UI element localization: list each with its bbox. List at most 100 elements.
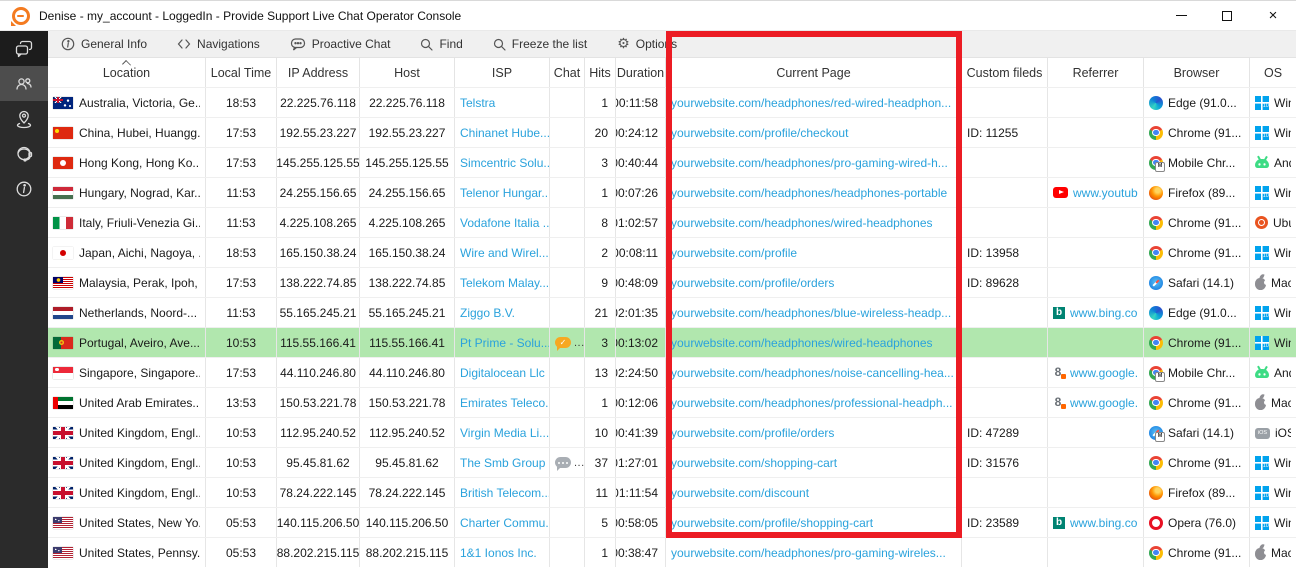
- general-info-button[interactable]: General Info: [61, 37, 147, 51]
- find-button[interactable]: Find: [420, 37, 462, 51]
- close-button[interactable]: ×: [1250, 1, 1296, 30]
- referrer-link[interactable]: www.google...: [1070, 396, 1138, 410]
- browser-text: Firefox (89...: [1168, 486, 1235, 500]
- current-page-link[interactable]: yourwebsite.com/headphones/blue-wireless…: [666, 298, 962, 327]
- os-text: And: [1274, 156, 1291, 170]
- column-header-host[interactable]: Host: [360, 58, 455, 87]
- android-os-icon: [1255, 369, 1269, 378]
- table-row[interactable]: Hong Kong, Hong Ko...17:53145.255.125.55…: [48, 147, 1296, 177]
- isp-link[interactable]: Digitalocean Llc: [455, 358, 550, 387]
- isp-link[interactable]: Charter Commu...: [455, 508, 550, 537]
- table-row[interactable]: United States, Pennsy...05:5388.202.215.…: [48, 537, 1296, 567]
- isp-link[interactable]: Telekom Malay...: [455, 268, 550, 297]
- table-row[interactable]: United States, New Yo...05:53140.115.206…: [48, 507, 1296, 537]
- sidebar-item-operators[interactable]: [0, 136, 48, 171]
- visitors-table: Location Local Time IP Address Host ISP …: [48, 58, 1296, 568]
- minimize-button[interactable]: [1158, 1, 1204, 30]
- sidebar-item-visitors[interactable]: [0, 66, 48, 101]
- column-header-os[interactable]: OS: [1250, 58, 1296, 87]
- options-button[interactable]: ⚙ Options: [617, 37, 677, 51]
- table-row[interactable]: Singapore, Singapore...17:5344.110.246.8…: [48, 357, 1296, 387]
- isp-link[interactable]: Telenor Hungar...: [455, 178, 550, 207]
- isp-link[interactable]: Ziggo B.V.: [455, 298, 550, 327]
- current-page-link[interactable]: yourwebsite.com/profile/orders: [666, 268, 962, 297]
- table-row[interactable]: Netherlands, Noord-...11:5355.165.245.21…: [48, 297, 1296, 327]
- current-page-link[interactable]: yourwebsite.com/shopping-cart: [666, 448, 962, 477]
- current-page-link[interactable]: yourwebsite.com/profile/checkout: [666, 118, 962, 147]
- current-page-link[interactable]: yourwebsite.com/headphones/pro-gaming-wi…: [666, 538, 962, 567]
- bing-icon: [1053, 307, 1065, 319]
- browser-text: Opera (76.0): [1168, 516, 1236, 530]
- table-row[interactable]: Malaysia, Perak, Ipoh, ...17:53138.222.7…: [48, 267, 1296, 297]
- sidebar-item-chats[interactable]: [0, 31, 48, 66]
- bing-icon: [1053, 517, 1065, 529]
- current-page-link[interactable]: yourwebsite.com/profile/orders: [666, 418, 962, 447]
- mchrome-browser-icon: [1149, 156, 1163, 170]
- table-row[interactable]: Japan, Aichi, Nagoya, ...18:53165.150.38…: [48, 237, 1296, 267]
- referrer-cell: [1048, 268, 1144, 297]
- isp-link[interactable]: Simcentric Solu...: [455, 148, 550, 177]
- isp-link[interactable]: 1&1 Ionos Inc.: [455, 538, 550, 567]
- sidebar-item-info[interactable]: [0, 171, 48, 206]
- column-header-referrer[interactable]: Referrer: [1048, 58, 1144, 87]
- column-header-local-time[interactable]: Local Time: [206, 58, 277, 87]
- referrer-link[interactable]: www.bing.co...: [1070, 306, 1138, 320]
- proactive-chat-button[interactable]: Proactive Chat: [290, 37, 391, 51]
- column-header-current-page[interactable]: Current Page: [666, 58, 962, 87]
- table-row[interactable]: Australia, Victoria, Ge...18:5322.225.76…: [48, 87, 1296, 117]
- host-cell: 140.115.206.50: [360, 508, 455, 537]
- sidebar-item-geo-location[interactable]: [0, 101, 48, 136]
- referrer-link[interactable]: www.google...: [1070, 366, 1138, 380]
- duration-cell: 01:11:54: [616, 478, 666, 507]
- isp-link[interactable]: Pt Prime - Solu...: [455, 328, 550, 357]
- column-header-ip-address[interactable]: IP Address: [277, 58, 360, 87]
- isp-link[interactable]: Wire and Wirel...: [455, 238, 550, 267]
- current-page-link[interactable]: yourwebsite.com/headphones/professional-…: [666, 388, 962, 417]
- current-page-link[interactable]: yourwebsite.com/discount: [666, 478, 962, 507]
- current-page-link[interactable]: yourwebsite.com/headphones/pro-gaming-wi…: [666, 148, 962, 177]
- column-header-chat[interactable]: Chat: [550, 58, 585, 87]
- current-page-link[interactable]: yourwebsite.com/headphones/red-wired-hea…: [666, 88, 962, 117]
- navigations-button[interactable]: Navigations: [177, 37, 260, 51]
- location-text: Hong Kong, Hong Ko...: [79, 156, 200, 170]
- table-row[interactable]: China, Hubei, Huangg...17:53192.55.23.22…: [48, 117, 1296, 147]
- isp-link[interactable]: The Smb Group: [455, 448, 550, 477]
- isp-link[interactable]: Vodafone Italia ...: [455, 208, 550, 237]
- maximize-button[interactable]: [1204, 1, 1250, 30]
- current-page-link[interactable]: yourwebsite.com/headphones/wired-headpho…: [666, 208, 962, 237]
- isp-link[interactable]: Virgin Media Li...: [455, 418, 550, 447]
- table-row[interactable]: United Kingdom, Engl...10:53112.95.240.5…: [48, 417, 1296, 447]
- table-row[interactable]: Italy, Friuli-Venezia Gi...11:534.225.10…: [48, 207, 1296, 237]
- isp-link[interactable]: Chinanet Hube...: [455, 118, 550, 147]
- current-page-link[interactable]: yourwebsite.com/profile: [666, 238, 962, 267]
- table-row[interactable]: United Arab Emirates...13:53150.53.221.7…: [48, 387, 1296, 417]
- column-header-location[interactable]: Location: [48, 58, 206, 87]
- ip-address-cell: 44.110.246.80: [277, 358, 360, 387]
- current-page-link[interactable]: yourwebsite.com/headphones/noise-cancell…: [666, 358, 962, 387]
- column-header-isp[interactable]: ISP: [455, 58, 550, 87]
- chat-cell: [550, 298, 585, 327]
- table-row[interactable]: Hungary, Nograd, Kar...11:5324.255.156.6…: [48, 177, 1296, 207]
- magnifier-icon: [420, 38, 433, 51]
- hits-cell: 2: [585, 238, 616, 267]
- isp-link[interactable]: Emirates Teleco...: [455, 388, 550, 417]
- current-page-link[interactable]: yourwebsite.com/headphones/wired-headpho…: [666, 328, 962, 357]
- column-header-custom-fields[interactable]: Custom fileds: [962, 58, 1048, 87]
- current-page-link[interactable]: yourwebsite.com/profile/shopping-cart: [666, 508, 962, 537]
- mac-os-icon: [1255, 398, 1266, 410]
- isp-link[interactable]: Telstra: [455, 88, 550, 117]
- referrer-link[interactable]: www.youtub...: [1073, 186, 1138, 200]
- table-row[interactable]: United Kingdom, Engl...10:5378.24.222.14…: [48, 477, 1296, 507]
- current-page-link[interactable]: yourwebsite.com/headphones/headphones-po…: [666, 178, 962, 207]
- column-header-hits[interactable]: Hits: [585, 58, 616, 87]
- referrer-link[interactable]: www.bing.co...: [1070, 516, 1138, 530]
- freeze-the-list-button[interactable]: Freeze the list: [493, 37, 587, 51]
- google-icon: [1053, 366, 1065, 379]
- column-header-duration[interactable]: Duration: [616, 58, 666, 87]
- isp-link[interactable]: British Telecom...: [455, 478, 550, 507]
- table-row[interactable]: United Kingdom, Engl...10:5395.45.81.629…: [48, 447, 1296, 477]
- browser-text: Mobile Chr...: [1168, 366, 1235, 380]
- table-row[interactable]: Portugal, Aveiro, Ave...10:53115.55.166.…: [48, 327, 1296, 357]
- column-header-browser[interactable]: Browser: [1144, 58, 1250, 87]
- hits-cell: 1: [585, 388, 616, 417]
